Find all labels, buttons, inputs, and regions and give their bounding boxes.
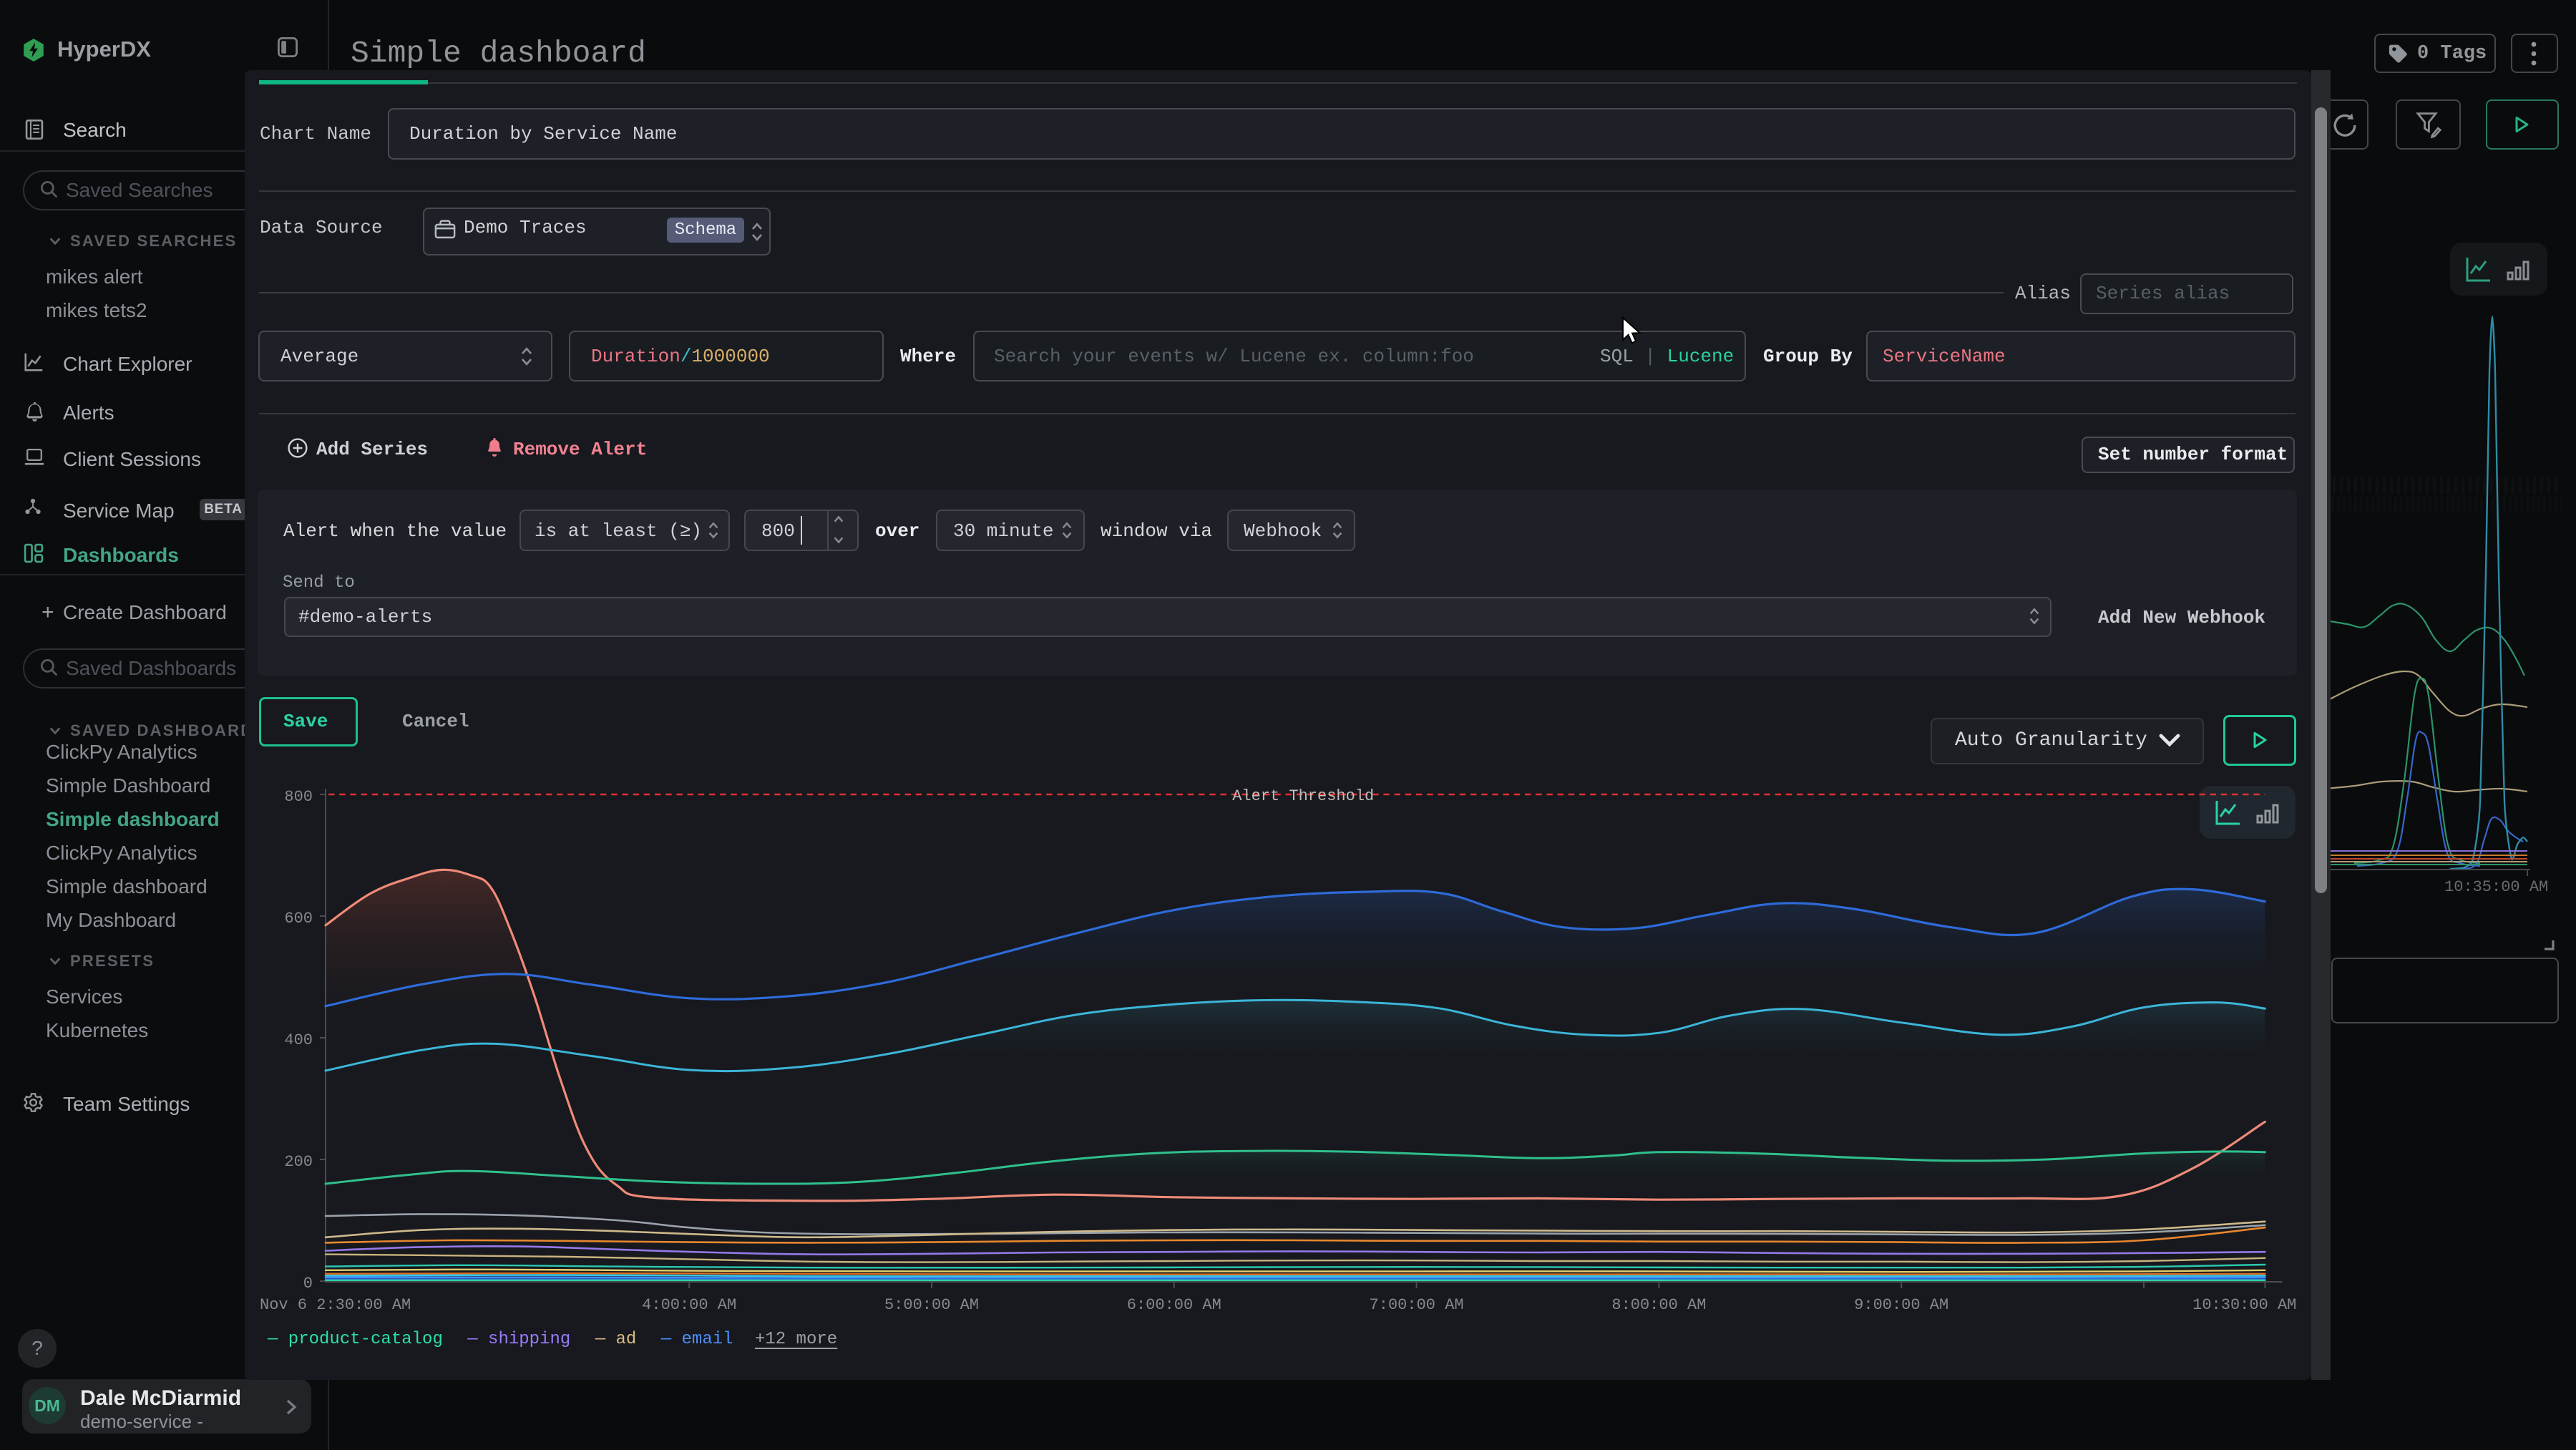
svg-text:800: 800 [284,788,313,806]
svg-text:0: 0 [303,1275,313,1293]
svg-text:5:00:00 AM: 5:00:00 AM [884,1296,979,1314]
svg-text:400: 400 [284,1031,313,1049]
svg-text:Alert Threshold: Alert Threshold [1232,787,1374,805]
svg-text:8:00:00 AM: 8:00:00 AM [1611,1296,1706,1314]
svg-text:7:00:00 AM: 7:00:00 AM [1370,1296,1464,1314]
svg-text:600: 600 [284,910,313,928]
svg-text:200: 200 [284,1153,313,1171]
svg-text:Nov 6 2:30:00 AM: Nov 6 2:30:00 AM [260,1296,411,1314]
svg-text:6:00:00 AM: 6:00:00 AM [1127,1296,1221,1314]
svg-text:9:00:00 AM: 9:00:00 AM [1854,1296,1948,1314]
svg-text:4:00:00 AM: 4:00:00 AM [642,1296,736,1314]
svg-text:10:30:00 AM: 10:30:00 AM [2192,1296,2296,1314]
